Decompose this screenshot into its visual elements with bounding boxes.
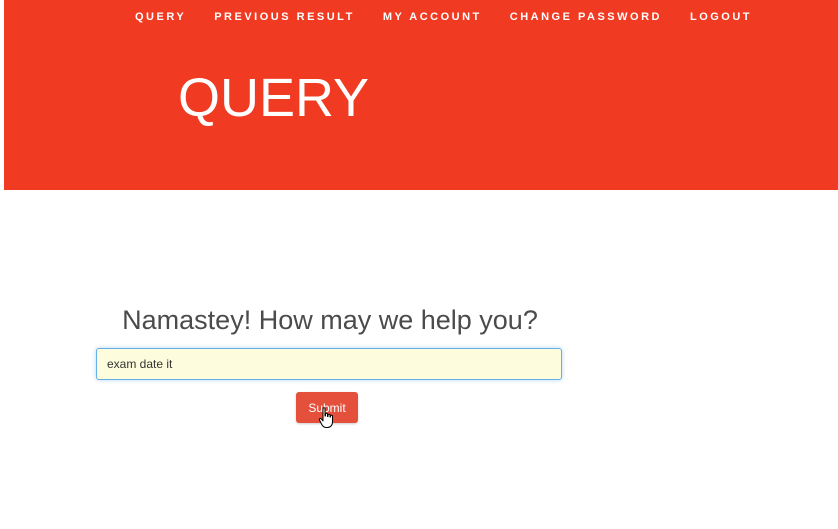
greeting-heading: Namastey! How may we help you?: [122, 305, 538, 335]
submit-button[interactable]: Submit: [296, 392, 358, 423]
hero-header: QUERY PREVIOUS RESULT MY ACCOUNT CHANGE …: [4, 0, 838, 190]
nav-item-change-password[interactable]: CHANGE PASSWORD: [510, 10, 662, 24]
page-title: QUERY: [178, 68, 370, 128]
page: QUERY PREVIOUS RESULT MY ACCOUNT CHANGE …: [0, 0, 838, 529]
nav-item-my-account[interactable]: MY ACCOUNT: [383, 10, 482, 24]
query-input[interactable]: [96, 348, 562, 380]
top-nav: QUERY PREVIOUS RESULT MY ACCOUNT CHANGE …: [135, 10, 752, 24]
nav-item-query[interactable]: QUERY: [135, 10, 186, 24]
nav-item-logout[interactable]: LOGOUT: [690, 10, 752, 24]
nav-item-previous-result[interactable]: PREVIOUS RESULT: [214, 10, 355, 24]
